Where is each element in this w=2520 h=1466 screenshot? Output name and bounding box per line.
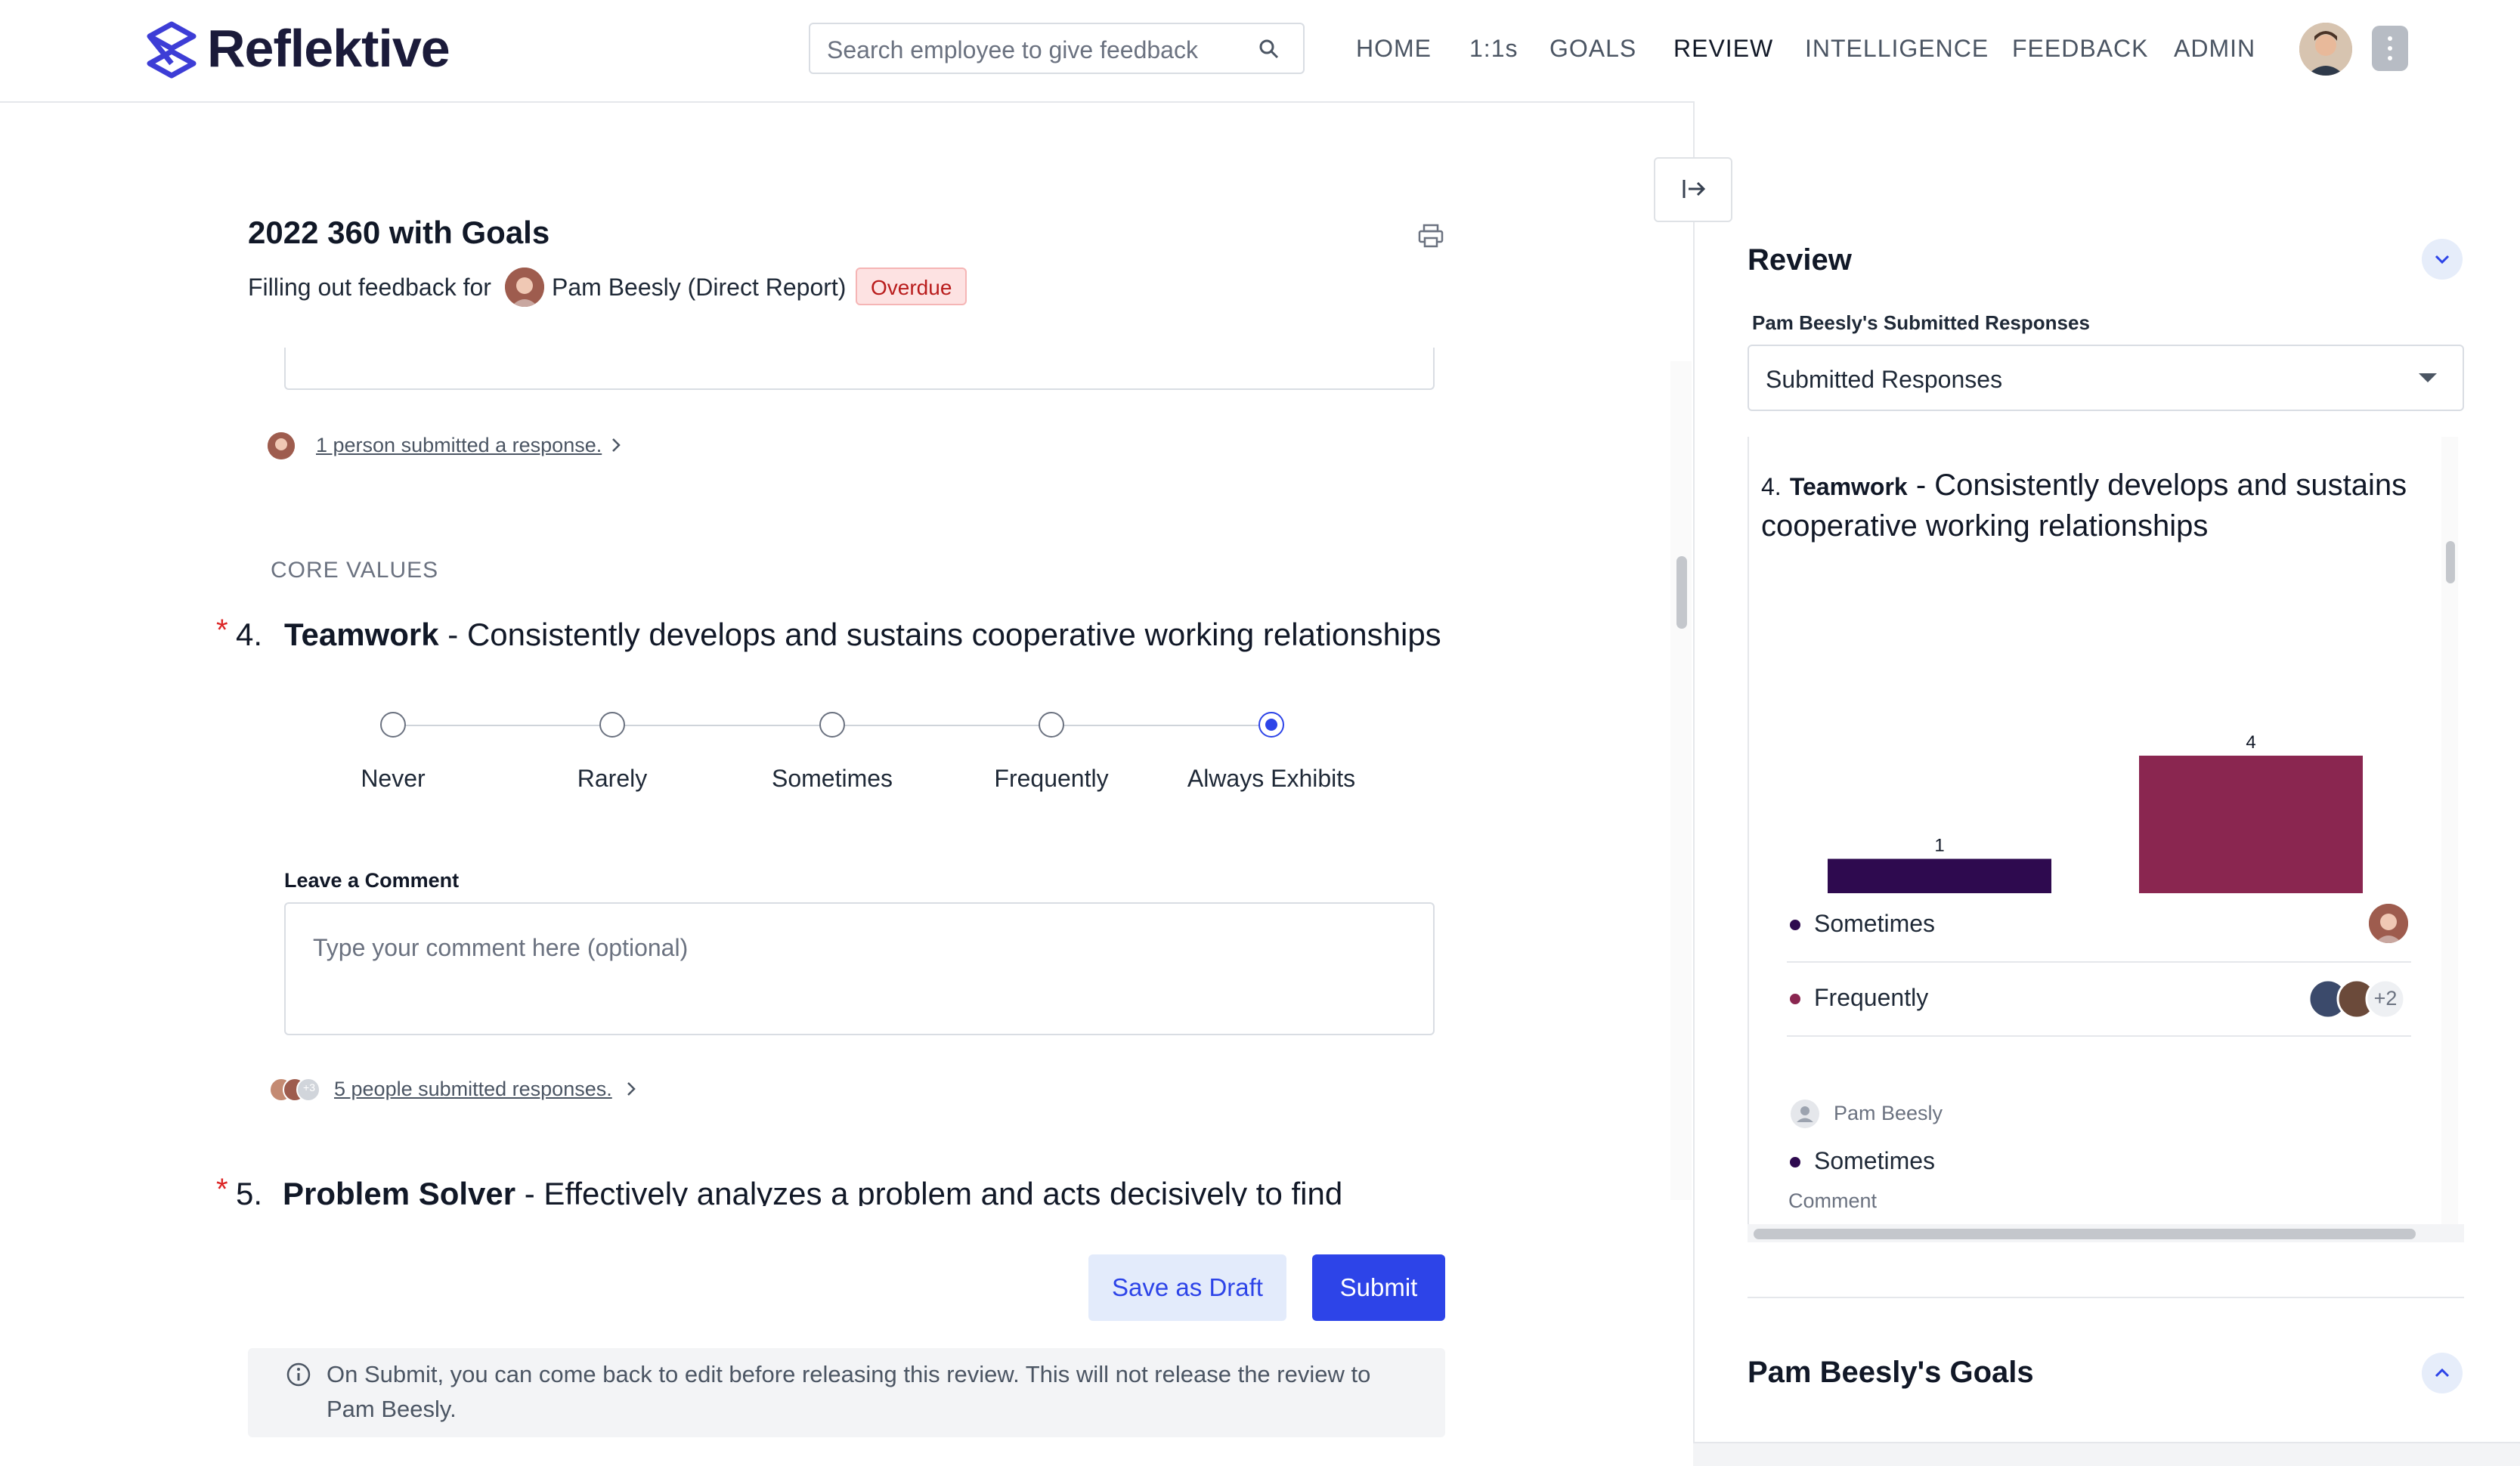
chevron-right-icon[interactable] (611, 437, 621, 453)
chevron-down-icon (2422, 239, 2463, 280)
submitted-responses-label: Pam Beesly's Submitted Responses (1752, 311, 2090, 335)
save-as-draft-button[interactable]: Save as Draft (1088, 1254, 1286, 1321)
submit-notice: On Submit, you can come back to edit bef… (248, 1348, 1445, 1437)
comment-label: Leave a Comment (284, 869, 459, 892)
panel-horizontal-scrollbar-thumb[interactable] (1754, 1229, 2416, 1239)
question-4-description: - Consistently develops and sustains coo… (439, 617, 1441, 652)
legend-dot-sometimes (1790, 920, 1800, 930)
chevron-up-icon (2422, 1353, 2463, 1393)
responder-avatar (268, 432, 295, 459)
more-options-kebab-icon[interactable] (2372, 26, 2408, 71)
responses-select[interactable]: Submitted Responses (1748, 345, 2464, 411)
legend-dot-frequently (1790, 994, 1800, 1004)
nav-one-on-ones[interactable]: 1:1s (1469, 35, 1518, 63)
app-name[interactable]: Reflektive (207, 18, 450, 79)
nav-admin[interactable]: ADMIN (2174, 35, 2255, 63)
responder-avatar (2369, 904, 2408, 943)
responder-avatar-stack (269, 1076, 330, 1103)
responses-select-value: Submitted Responses (1766, 366, 2002, 394)
rating-label-sometimes[interactable]: Sometimes (734, 765, 930, 793)
question-5-text: Problem Solver - Effectively analyzes a … (283, 1176, 1342, 1206)
info-icon (286, 1362, 311, 1387)
submit-button[interactable]: Submit (1312, 1254, 1445, 1321)
question-5-name: Problem Solver (283, 1176, 515, 1206)
goals-section-title: Pam Beesly's Goals (1748, 1356, 2034, 1390)
subject-avatar (505, 268, 544, 307)
status-badge-overdue: Overdue (856, 268, 967, 305)
user-avatar-image (2299, 23, 2352, 76)
panel-vertical-scrollbar-thumb[interactable] (2446, 541, 2455, 583)
print-icon[interactable] (1418, 224, 1444, 248)
feedback-subject-name[interactable]: Pam Beesly (Direct Report) (552, 274, 846, 302)
comment-placeholder: Type your comment here (optional) (313, 934, 688, 962)
search-placeholder: Search employee to give feedback (827, 36, 1198, 64)
legend-label-frequently: Frequently (1814, 984, 1928, 1012)
nav-review[interactable]: REVIEW (1673, 35, 1773, 63)
panel-question-text: 4. Teamwork - Consistently develops and … (1761, 465, 2426, 546)
search-icon[interactable] (1258, 38, 1280, 60)
bar-value-label-frequently: 4 (2246, 732, 2255, 753)
question-4-name: Teamwork (284, 617, 439, 652)
chevron-right-icon[interactable] (626, 1081, 636, 1097)
question-4-text: Teamwork - Consistently develops and sus… (284, 617, 1441, 653)
arrow-to-right-icon (1655, 159, 1731, 221)
question-5-clip: * 5. Problem Solver - Effectively analyz… (0, 1164, 1663, 1206)
dropdown-caret-icon (2419, 373, 2437, 382)
panel-divider (1748, 1297, 2464, 1298)
prev-responses-link[interactable]: 1 person submitted a response. (316, 434, 602, 457)
nav-intelligence[interactable]: INTELLIGENCE (1805, 35, 1989, 63)
required-indicator: * (216, 614, 228, 648)
reflektive-logo-icon[interactable] (145, 21, 198, 79)
response-person-name: Pam Beesly (1834, 1102, 1943, 1125)
nav-home[interactable]: HOME (1356, 35, 1432, 63)
review-panel-title: Review (1748, 243, 1852, 277)
question-4-number: 4. (236, 617, 262, 653)
previous-comment-box[interactable] (284, 348, 1435, 390)
rating-label-never[interactable]: Never (295, 765, 491, 793)
collapse-panel-button[interactable] (1654, 157, 1732, 222)
rating-radio-rarely[interactable] (599, 712, 625, 738)
legend-label-sometimes: Sometimes (1814, 910, 1935, 938)
rating-label-always-exhibits[interactable]: Always Exhibits (1173, 765, 1370, 793)
main-scrollbar[interactable] (1670, 361, 1692, 1200)
rating-radio-never[interactable] (380, 712, 406, 738)
q4-responses-link[interactable]: 5 people submitted responses. (334, 1078, 612, 1101)
employee-search-input[interactable]: Search employee to give feedback (809, 23, 1305, 74)
response-value: Sometimes (1814, 1147, 1935, 1175)
legend-row-frequently[interactable]: Frequently +2 (1787, 963, 2411, 1037)
rating-radio-always-exhibits[interactable] (1258, 712, 1284, 738)
responses-bar-chart: 14 (1787, 725, 2411, 896)
person-avatar-icon (1790, 1099, 1820, 1129)
question-5-number: 5. (236, 1176, 262, 1206)
comment-textarea[interactable]: Type your comment here (optional) (284, 902, 1435, 1035)
review-title: 2022 360 with Goals (248, 215, 550, 251)
goals-toggle-button[interactable] (2422, 1353, 2463, 1393)
panel-question-number: 4. (1761, 473, 1782, 500)
required-indicator: * (216, 1173, 228, 1206)
review-toggle-button[interactable] (2422, 239, 2463, 280)
legend-row-sometimes[interactable]: Sometimes (1787, 889, 2411, 963)
main-scrollbar-thumb[interactable] (1676, 556, 1687, 629)
user-avatar[interactable] (2299, 23, 2352, 76)
question-5-description: - Effectively analyzes a problem and act… (515, 1176, 1342, 1206)
rating-radio-sometimes[interactable] (819, 712, 845, 738)
nav-goals[interactable]: GOALS (1549, 35, 1636, 63)
nav-feedback[interactable]: FEEDBACK (2012, 35, 2148, 63)
avatar-more-count: +2 (2370, 987, 2401, 1010)
bar-value-label-sometimes: 1 (1934, 836, 1944, 856)
rating-radio-frequently[interactable] (1039, 712, 1064, 738)
bar-frequently[interactable] (2139, 756, 2363, 893)
filling-feedback-prefix: Filling out feedback for (248, 274, 491, 302)
response-dot (1790, 1157, 1800, 1168)
section-label-core-values: CORE VALUES (271, 558, 438, 583)
avatar-more-count: +3 (302, 1081, 317, 1093)
panel-footer (1693, 1442, 2520, 1466)
response-comment-label: Comment (1788, 1189, 1877, 1213)
submit-notice-text: On Submit, you can come back to edit bef… (327, 1357, 1415, 1427)
rating-label-rarely[interactable]: Rarely (514, 765, 710, 793)
rating-label-frequently[interactable]: Frequently (953, 765, 1150, 793)
panel-question-name: Teamwork (1790, 473, 1908, 500)
